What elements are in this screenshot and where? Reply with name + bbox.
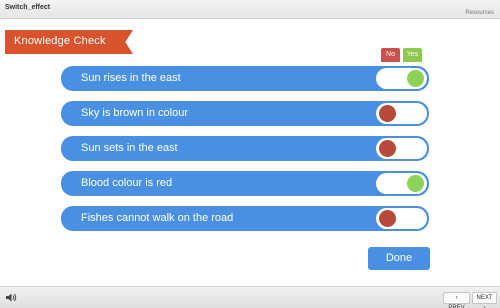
prev-button[interactable]: ‹ PREV [443,292,470,308]
answer-switch[interactable] [376,68,427,89]
switch-knob[interactable] [379,105,396,122]
statement-label: Sky is brown in colour [81,107,188,119]
statement-row: Fishes cannot walk on the road [61,206,429,231]
statement-label: Fishes cannot walk on the road [81,212,234,224]
done-button[interactable]: Done [368,247,430,270]
banner-title: Knowledge Check [14,35,106,47]
statement-row: Blood colour is red [61,171,429,196]
switch-knob[interactable] [407,70,424,87]
answer-switch[interactable] [376,138,427,159]
switch-knob[interactable] [407,175,424,192]
slide-area: Knowledge Check No Yes Sun rises in the … [0,20,500,286]
column-no-header: No [381,48,400,62]
answer-switch[interactable] [376,103,427,124]
switch-knob[interactable] [379,140,396,157]
statement-label: Sun sets in the east [81,142,178,154]
window-title: Switch_effect [5,4,51,11]
player-footer: ‹ PREV NEXT › [0,286,500,308]
resources-link[interactable]: Resources [465,10,494,16]
next-button[interactable]: NEXT › [472,292,497,308]
statement-label: Sun rises in the east [81,72,181,84]
column-yes-header: Yes [403,48,422,62]
statement-row: Sky is brown in colour [61,101,429,126]
statement-row: Sun rises in the east [61,66,429,91]
switch-knob[interactable] [379,210,396,227]
title-bar: Switch_effect Resources [0,0,500,19]
statement-row: Sun sets in the east [61,136,429,161]
answer-switch[interactable] [376,208,427,229]
answer-switch[interactable] [376,173,427,194]
speaker-icon[interactable] [6,293,17,304]
statement-label: Blood colour is red [81,177,173,189]
